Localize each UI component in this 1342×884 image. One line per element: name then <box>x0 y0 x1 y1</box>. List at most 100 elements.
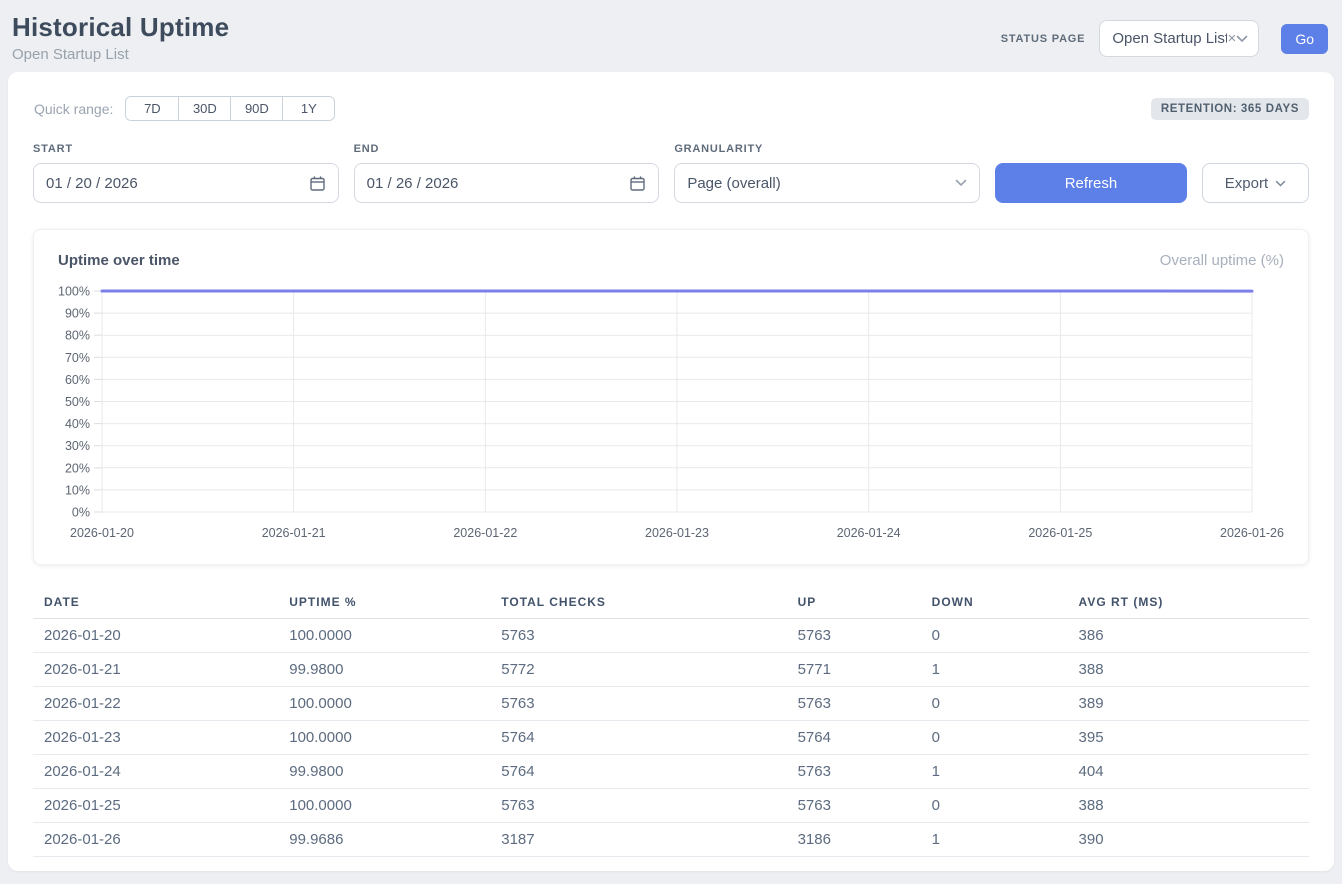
granularity-field: GRANULARITY Page (overall) <box>674 143 980 203</box>
table-cell: 5764 <box>787 721 921 755</box>
table-cell: 5763 <box>490 687 786 721</box>
table-cell: 390 <box>1068 823 1309 857</box>
svg-text:10%: 10% <box>65 483 90 497</box>
table-cell: 0 <box>921 619 1068 653</box>
svg-text:100%: 100% <box>58 285 90 299</box>
table-cell: 5763 <box>490 789 786 823</box>
end-date-value: 01 / 26 / 2026 <box>367 175 630 192</box>
svg-text:2026-01-21: 2026-01-21 <box>262 526 326 540</box>
quick-range-30d[interactable]: 30D <box>178 97 230 120</box>
chart-header: Uptime over time Overall uptime (%) <box>58 252 1284 269</box>
page-subtitle: Open Startup List <box>12 46 229 63</box>
end-label: END <box>354 143 660 155</box>
chart-card: Uptime over time Overall uptime (%) 100%… <box>33 229 1309 565</box>
column-header-total-checks: TOTAL CHECKS <box>490 589 786 619</box>
table-cell: 388 <box>1068 789 1309 823</box>
controls-form-row: START 01 / 20 / 2026 END 01 / 26 / 2026 … <box>33 143 1309 203</box>
svg-text:20%: 20% <box>65 461 90 475</box>
export-button[interactable]: Export <box>1202 163 1309 203</box>
svg-text:90%: 90% <box>65 307 90 321</box>
end-date-input[interactable]: 01 / 26 / 2026 <box>354 163 660 203</box>
table-cell: 100.0000 <box>278 789 490 823</box>
quick-range-group: 7D30D90D1Y <box>125 96 335 121</box>
table-header-row: DATEUPTIME %TOTAL CHECKSUPDOWNAVG RT (MS… <box>33 589 1309 619</box>
granularity-value: Page (overall) <box>687 175 955 192</box>
table-cell: 5763 <box>787 687 921 721</box>
chevron-down-icon <box>955 179 967 187</box>
table-cell: 2026-01-23 <box>33 721 278 755</box>
table-cell: 99.9686 <box>278 823 490 857</box>
page-header: Historical Uptime Open Startup List STAT… <box>0 0 1342 72</box>
quick-range-1y[interactable]: 1Y <box>282 97 334 120</box>
svg-text:60%: 60% <box>65 373 90 387</box>
status-page-value: Open Startup List <box>1112 30 1226 47</box>
svg-text:2026-01-20: 2026-01-20 <box>70 526 134 540</box>
table-row: 2026-01-25100.0000576357630388 <box>33 789 1309 823</box>
quick-range-7d[interactable]: 7D <box>126 97 178 120</box>
svg-text:0%: 0% <box>72 506 90 520</box>
end-field: END 01 / 26 / 2026 <box>354 143 660 203</box>
column-header-uptime-: UPTIME % <box>278 589 490 619</box>
table-cell: 5763 <box>490 619 786 653</box>
export-label: Export <box>1225 175 1268 192</box>
quick-range-label: Quick range: <box>34 101 113 117</box>
column-header-up: UP <box>787 589 921 619</box>
table-cell: 5764 <box>490 755 786 789</box>
table-cell: 0 <box>921 721 1068 755</box>
column-header-down: DOWN <box>921 589 1068 619</box>
table-cell: 2026-01-25 <box>33 789 278 823</box>
table-cell: 1 <box>921 653 1068 687</box>
calendar-icon[interactable] <box>629 175 646 192</box>
svg-text:40%: 40% <box>65 417 90 431</box>
uptime-chart: 100%90%80%70%60%50%40%30%20%10%0%2026-01… <box>58 281 1286 543</box>
table-cell: 386 <box>1068 619 1309 653</box>
table-cell: 3187 <box>490 823 786 857</box>
svg-text:2026-01-24: 2026-01-24 <box>837 526 901 540</box>
table-cell: 3186 <box>787 823 921 857</box>
table-cell: 5763 <box>787 755 921 789</box>
calendar-icon[interactable] <box>309 175 326 192</box>
table-cell: 5763 <box>787 789 921 823</box>
refresh-button[interactable]: Refresh <box>995 163 1187 203</box>
table-row: 2026-01-22100.0000576357630389 <box>33 687 1309 721</box>
clear-icon[interactable]: × <box>1228 30 1237 47</box>
table-cell: 100.0000 <box>278 619 490 653</box>
table-cell: 5771 <box>787 653 921 687</box>
uptime-table: DATEUPTIME %TOTAL CHECKSUPDOWNAVG RT (MS… <box>33 589 1309 857</box>
table-cell: 389 <box>1068 687 1309 721</box>
table-cell: 395 <box>1068 721 1309 755</box>
table-cell: 0 <box>921 687 1068 721</box>
table-cell: 2026-01-24 <box>33 755 278 789</box>
table-row: 2026-01-2199.9800577257711388 <box>33 653 1309 687</box>
table-cell: 5763 <box>787 619 921 653</box>
start-date-input[interactable]: 01 / 20 / 2026 <box>33 163 339 203</box>
svg-text:2026-01-26: 2026-01-26 <box>1220 526 1284 540</box>
controls-top-row: Quick range: 7D30D90D1Y RETENTION: 365 D… <box>34 96 1309 121</box>
column-header-date: DATE <box>33 589 278 619</box>
quick-range-90d[interactable]: 90D <box>230 97 282 120</box>
main-card: Quick range: 7D30D90D1Y RETENTION: 365 D… <box>8 72 1334 871</box>
table-row: 2026-01-2699.9686318731861390 <box>33 823 1309 857</box>
status-page-select[interactable]: Open Startup List × <box>1099 20 1259 57</box>
svg-text:80%: 80% <box>65 329 90 343</box>
chevron-down-icon <box>1275 180 1286 187</box>
table-cell: 2026-01-26 <box>33 823 278 857</box>
table-cell: 1 <box>921 823 1068 857</box>
granularity-select[interactable]: Page (overall) <box>674 163 980 203</box>
svg-text:70%: 70% <box>65 351 90 365</box>
table-row: 2026-01-2499.9800576457631404 <box>33 755 1309 789</box>
chart-legend: Overall uptime (%) <box>1160 252 1284 269</box>
table-cell: 2026-01-22 <box>33 687 278 721</box>
table-cell: 1 <box>921 755 1068 789</box>
svg-text:2026-01-22: 2026-01-22 <box>453 526 517 540</box>
start-label: START <box>33 143 339 155</box>
table-cell: 388 <box>1068 653 1309 687</box>
retention-badge: RETENTION: 365 DAYS <box>1151 98 1309 120</box>
table-cell: 2026-01-21 <box>33 653 278 687</box>
column-header-avg-rt-ms-: AVG RT (MS) <box>1068 589 1309 619</box>
table-row: 2026-01-23100.0000576457640395 <box>33 721 1309 755</box>
table-cell: 5764 <box>490 721 786 755</box>
table-cell: 100.0000 <box>278 721 490 755</box>
table-cell: 100.0000 <box>278 687 490 721</box>
go-button[interactable]: Go <box>1281 24 1328 54</box>
